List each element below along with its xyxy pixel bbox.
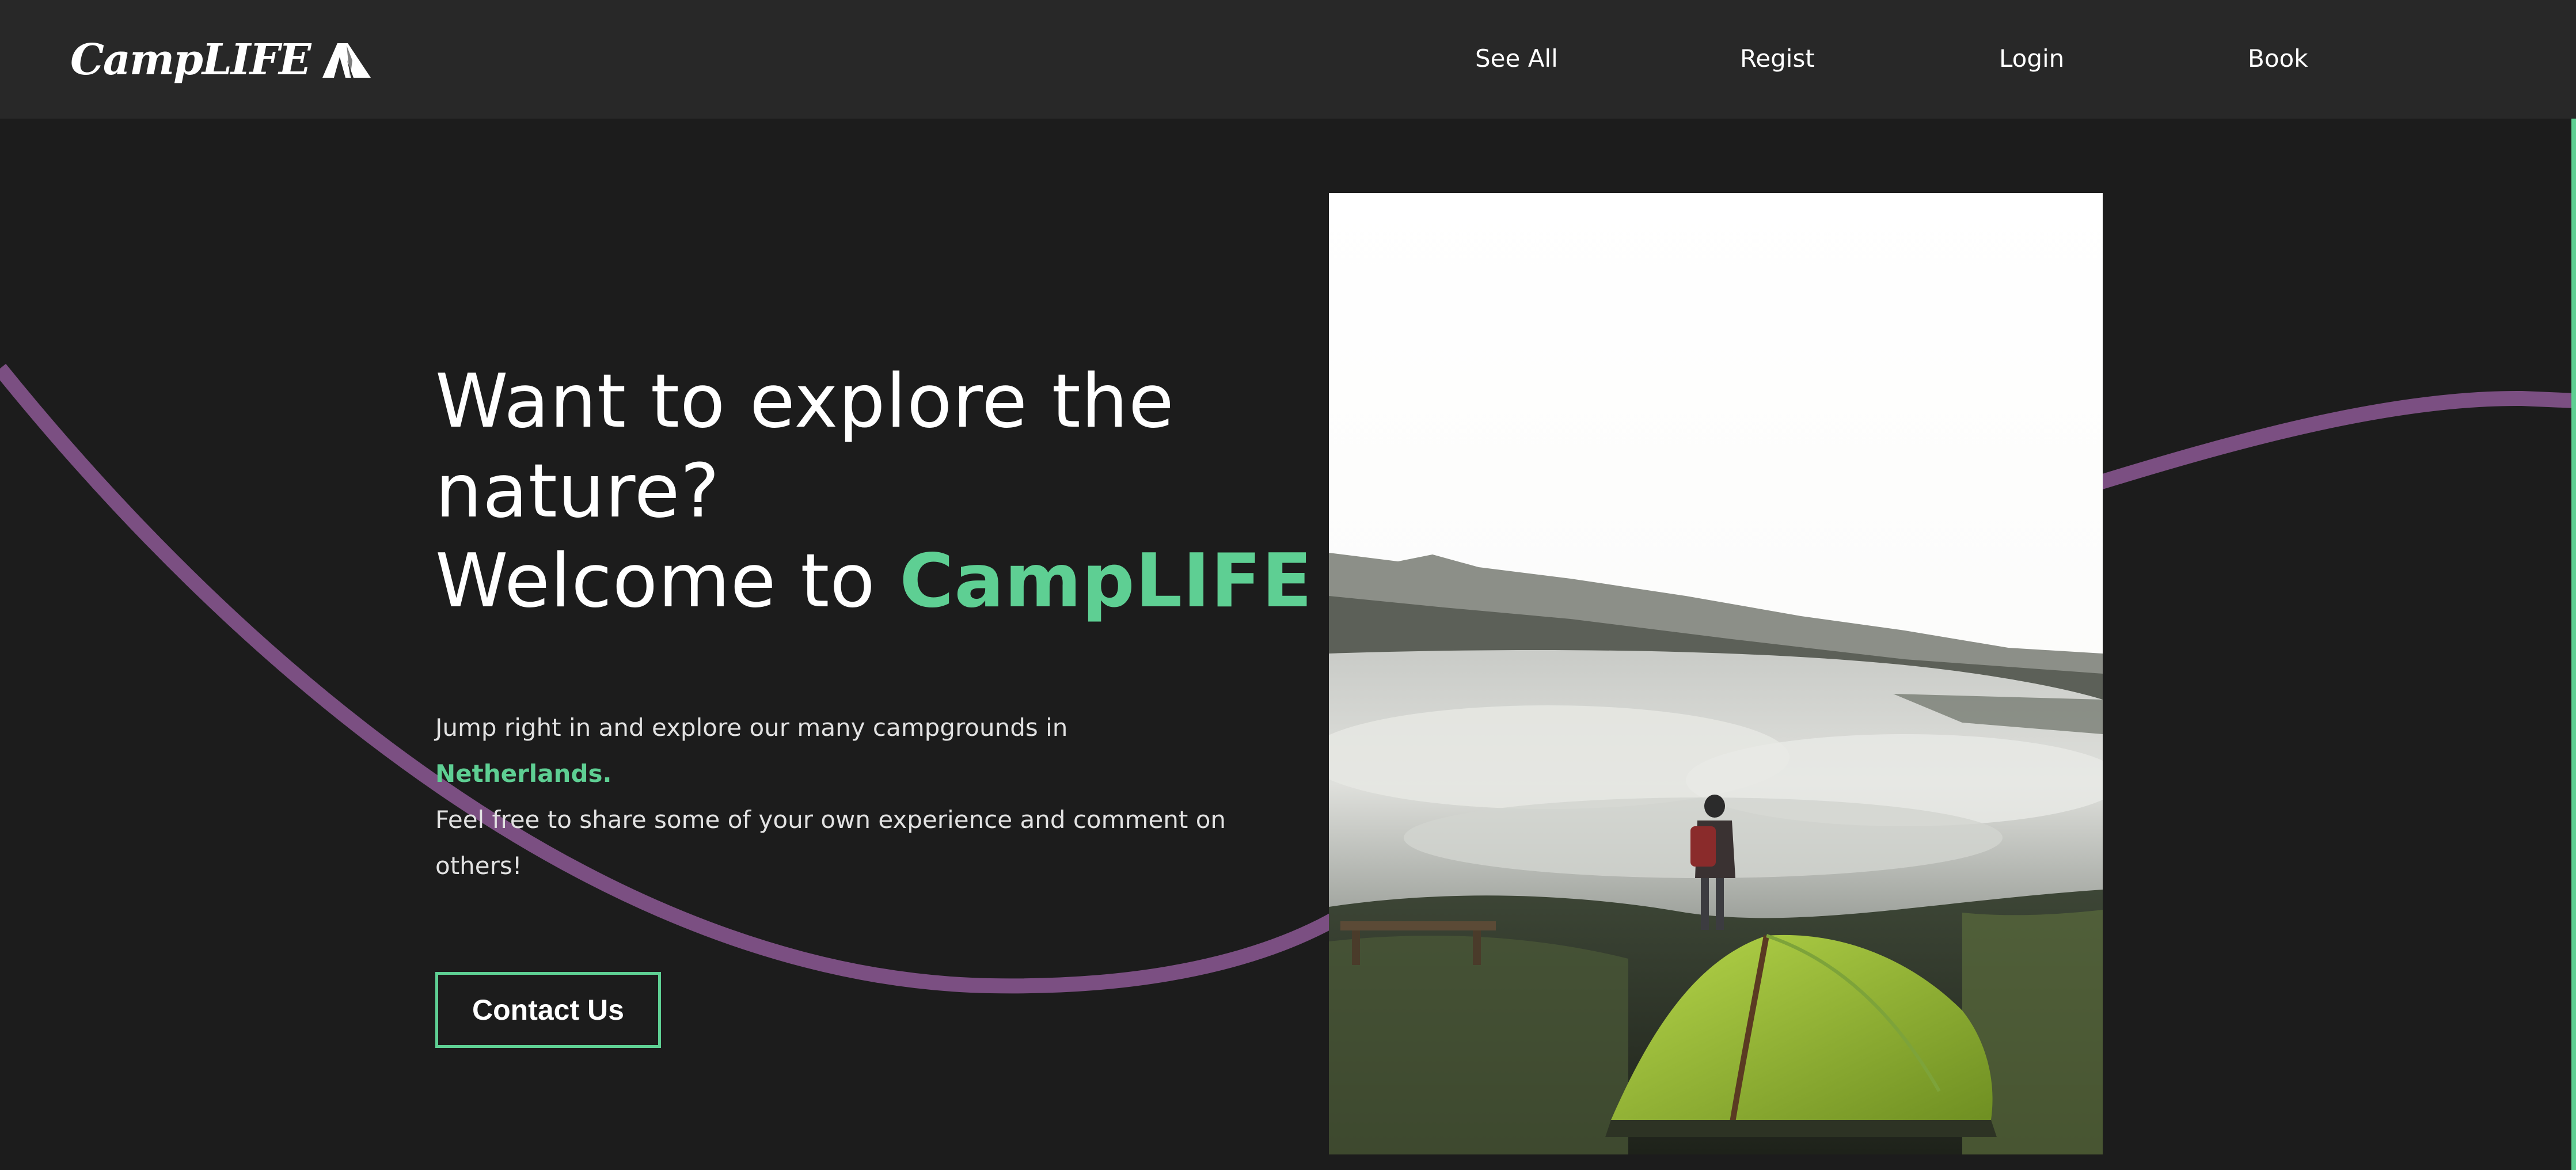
hero-title: Want to explore the nature? Welcome to C… — [435, 357, 1312, 626]
logo-text: CampLIFE — [70, 35, 311, 85]
hero-title-welcome: Welcome to — [435, 538, 876, 624]
contact-us-button[interactable]: Contact Us — [435, 972, 661, 1048]
nav-book[interactable]: Book — [2248, 43, 2308, 75]
hero-desc-rest: Feel free to share some of your own expe… — [435, 806, 1226, 880]
accent-edge — [2571, 119, 2576, 1170]
hero-desc-prefix: Jump right in and explore our many campg… — [435, 713, 1068, 742]
hero-title-line1: Want to explore the — [435, 359, 1175, 445]
hero-section: Want to explore the nature? Welcome to C… — [435, 357, 1312, 1048]
nav-see-all[interactable]: See All — [1475, 43, 1558, 75]
hero-title-brand: CampLIFE — [899, 538, 1313, 624]
navbar: CampLIFE See All Regist Login Book — [0, 0, 2576, 119]
nav-regist[interactable]: Regist — [1740, 43, 1815, 75]
hero-description: Jump right in and explore our many campg… — [435, 705, 1241, 889]
tent-icon — [320, 40, 373, 80]
nav-login[interactable]: Login — [1999, 43, 2064, 75]
hero-title-line3: Welcome to CampLIFE — [435, 537, 1312, 626]
hero-desc-highlight: Netherlands. — [435, 759, 612, 788]
page: CampLIFE See All Regist Login Book Want … — [0, 0, 2576, 1170]
logo[interactable]: CampLIFE — [70, 32, 373, 88]
hero-image — [1329, 193, 2103, 1154]
hero-title-line2: nature? — [435, 449, 720, 534]
